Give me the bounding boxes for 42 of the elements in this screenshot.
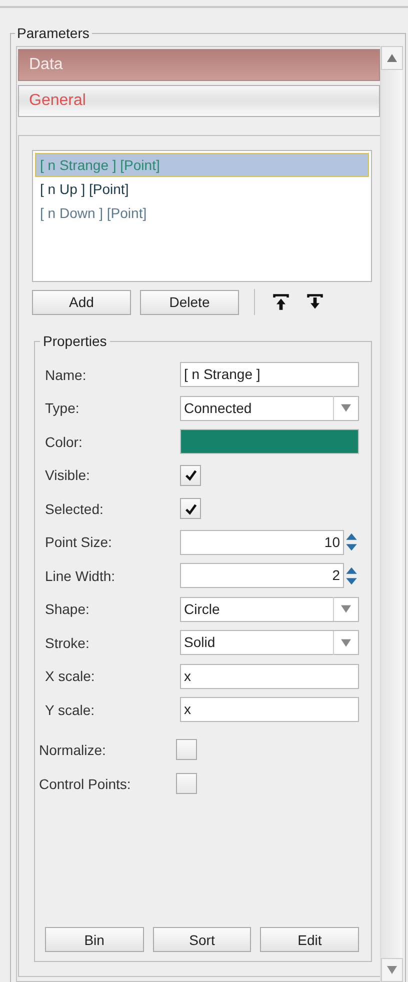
move-down-icon[interactable] bbox=[306, 293, 324, 311]
number-field[interactable]: 2 bbox=[180, 563, 344, 588]
input-field[interactable]: x bbox=[180, 664, 359, 689]
checkbox[interactable] bbox=[180, 464, 201, 486]
input-field[interactable]: x bbox=[180, 697, 359, 722]
move-up-icon[interactable] bbox=[272, 293, 290, 311]
field-label: Line Width: bbox=[45, 568, 116, 584]
check-mark-icon bbox=[184, 468, 198, 482]
field-label: Name: bbox=[45, 366, 88, 383]
check-mark-icon bbox=[184, 502, 198, 516]
field-label: Color: bbox=[45, 434, 84, 450]
group-title: Properties bbox=[40, 333, 110, 349]
field-label: X scale: bbox=[45, 668, 96, 684]
color-swatch[interactable] bbox=[180, 429, 359, 454]
field-label: Type: bbox=[45, 400, 80, 416]
list-button[interactable]: Add bbox=[32, 290, 131, 314]
field-label: Point Size: bbox=[45, 534, 113, 550]
field-label: Selected: bbox=[45, 500, 104, 517]
field-label: Visible: bbox=[45, 467, 91, 484]
action-button[interactable]: Bin bbox=[45, 927, 144, 952]
field-label: Y scale: bbox=[45, 702, 96, 718]
dropdown[interactable]: Connected bbox=[180, 396, 359, 421]
action-button[interactable]: Sort bbox=[152, 927, 252, 952]
panel-title: Parameters bbox=[15, 25, 92, 41]
scroll-down-icon[interactable] bbox=[381, 958, 403, 982]
checkbox[interactable] bbox=[176, 739, 197, 760]
action-button[interactable]: Edit bbox=[260, 927, 360, 952]
list-item[interactable]: [ n Up ] [Point] bbox=[35, 177, 369, 201]
input-field[interactable]: [ n Strange ] bbox=[180, 362, 359, 388]
checkbox[interactable] bbox=[180, 498, 201, 520]
field-label: Stroke: bbox=[45, 634, 90, 651]
option-label: Control Points: bbox=[39, 776, 132, 792]
list-item[interactable]: [ n Down ] [Point] bbox=[35, 201, 369, 225]
scrollbar[interactable] bbox=[380, 46, 402, 982]
dropdown[interactable]: Circle bbox=[180, 596, 359, 622]
checkbox[interactable] bbox=[176, 773, 197, 794]
dropdown[interactable]: Solid bbox=[180, 630, 359, 656]
number-field[interactable]: 10 bbox=[180, 530, 344, 555]
field-label: Shape: bbox=[45, 601, 90, 618]
scroll-up-icon[interactable] bbox=[381, 46, 403, 70]
option-label: Normalize: bbox=[39, 742, 107, 758]
list-button[interactable]: Delete bbox=[140, 290, 239, 314]
